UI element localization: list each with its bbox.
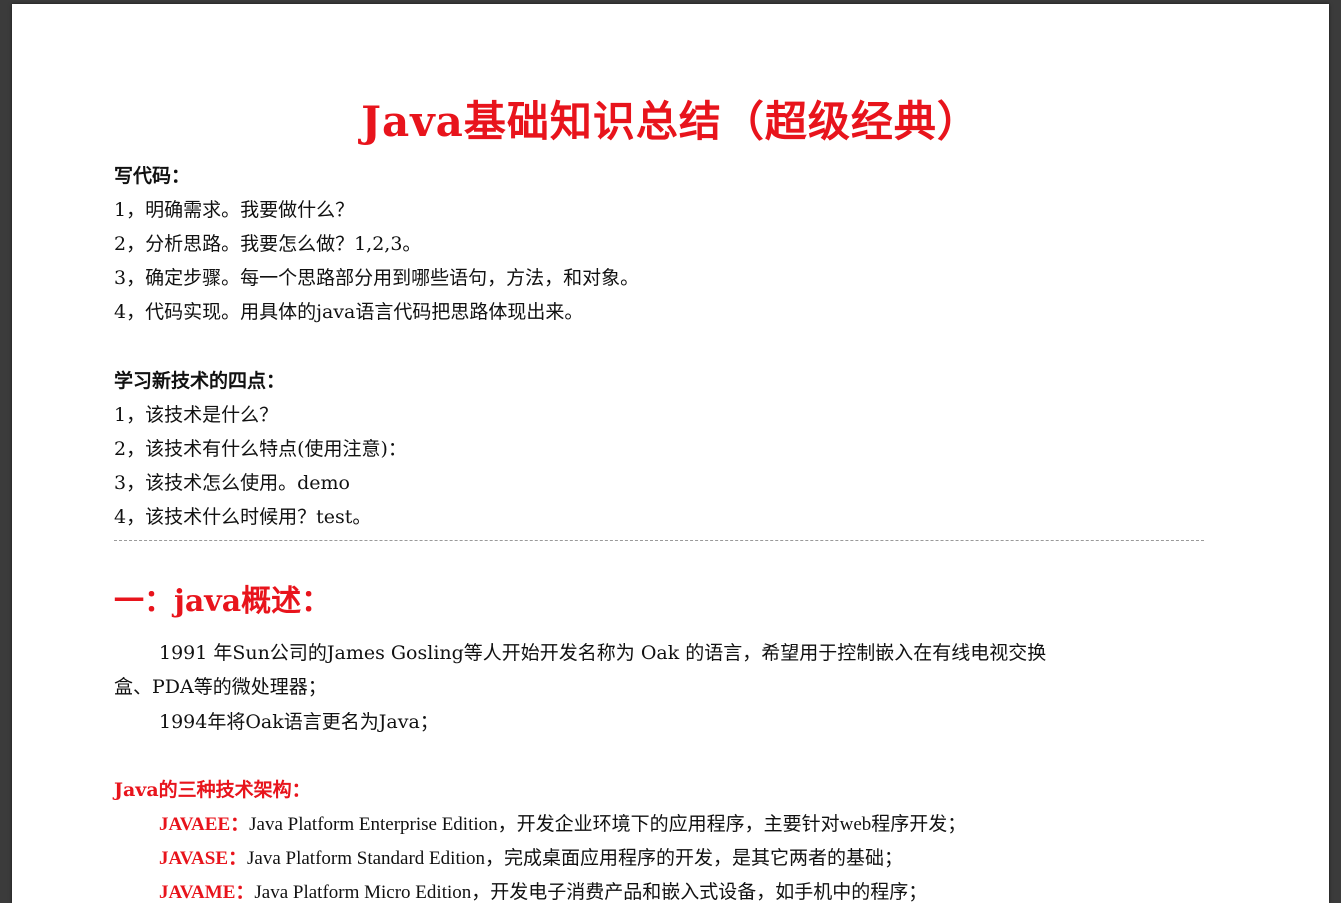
document-viewer: Java基础知识总结（超级经典） 写代码： 1，明确需求。我要做什么？ 2，分析…	[0, 0, 1341, 903]
architecture-text: Java Platform Micro Edition，开发电子消费产品和嵌入式…	[254, 882, 928, 903]
write-code-item: 1，明确需求。我要做什么？	[114, 199, 355, 221]
architecture-item: JAVASE：Java Platform Standard Edition，完成…	[159, 843, 903, 870]
learn-tech-item: 3，该技术怎么使用。demo	[114, 472, 350, 494]
overview-paragraph-line: 盒、PDA等的微处理器；	[114, 676, 327, 698]
write-code-item: 4，代码实现。用具体的java语言代码把思路体现出来。	[114, 301, 584, 323]
section-heading-overview: 一：java概述：	[114, 584, 332, 619]
architecture-text: Java Platform Standard Edition，完成桌面应用程序的…	[247, 848, 903, 869]
architectures-heading: Java的三种技术架构：	[114, 779, 311, 801]
architecture-item: JAVAME：Java Platform Micro Edition，开发电子消…	[159, 877, 927, 903]
write-code-heading: 写代码：	[114, 165, 191, 187]
architecture-label: JAVAEE：	[159, 814, 250, 835]
dashed-divider	[114, 540, 1204, 541]
write-code-item: 3，确定步骤。每一个思路部分用到哪些语句，方法，和对象。	[114, 267, 640, 289]
learn-tech-item: 2，该技术有什么特点(使用注意)：	[114, 438, 407, 460]
architecture-text: Java Platform Enterprise Edition，开发企业环境下…	[249, 814, 967, 835]
document-title: Java基础知识总结（超级经典）	[361, 97, 980, 146]
overview-paragraph-line: 1994年将Oak语言更名为Java；	[159, 711, 439, 733]
learn-tech-item: 4，该技术什么时候用？test。	[114, 506, 372, 528]
architecture-label: JAVAME：	[159, 882, 255, 903]
learn-tech-item: 1，该技术是什么？	[114, 404, 279, 426]
document-page: Java基础知识总结（超级经典） 写代码： 1，明确需求。我要做什么？ 2，分析…	[12, 4, 1329, 903]
write-code-item: 2，分析思路。我要怎么做？1,2,3。	[114, 233, 422, 255]
architecture-label: JAVASE：	[159, 848, 248, 869]
overview-paragraph-line: 1991 年Sun公司的James Gosling等人开始开发名称为 Oak 的…	[159, 642, 1047, 664]
learn-tech-heading: 学习新技术的四点：	[114, 370, 286, 392]
architecture-item: JAVAEE：Java Platform Enterprise Edition，…	[159, 809, 966, 836]
